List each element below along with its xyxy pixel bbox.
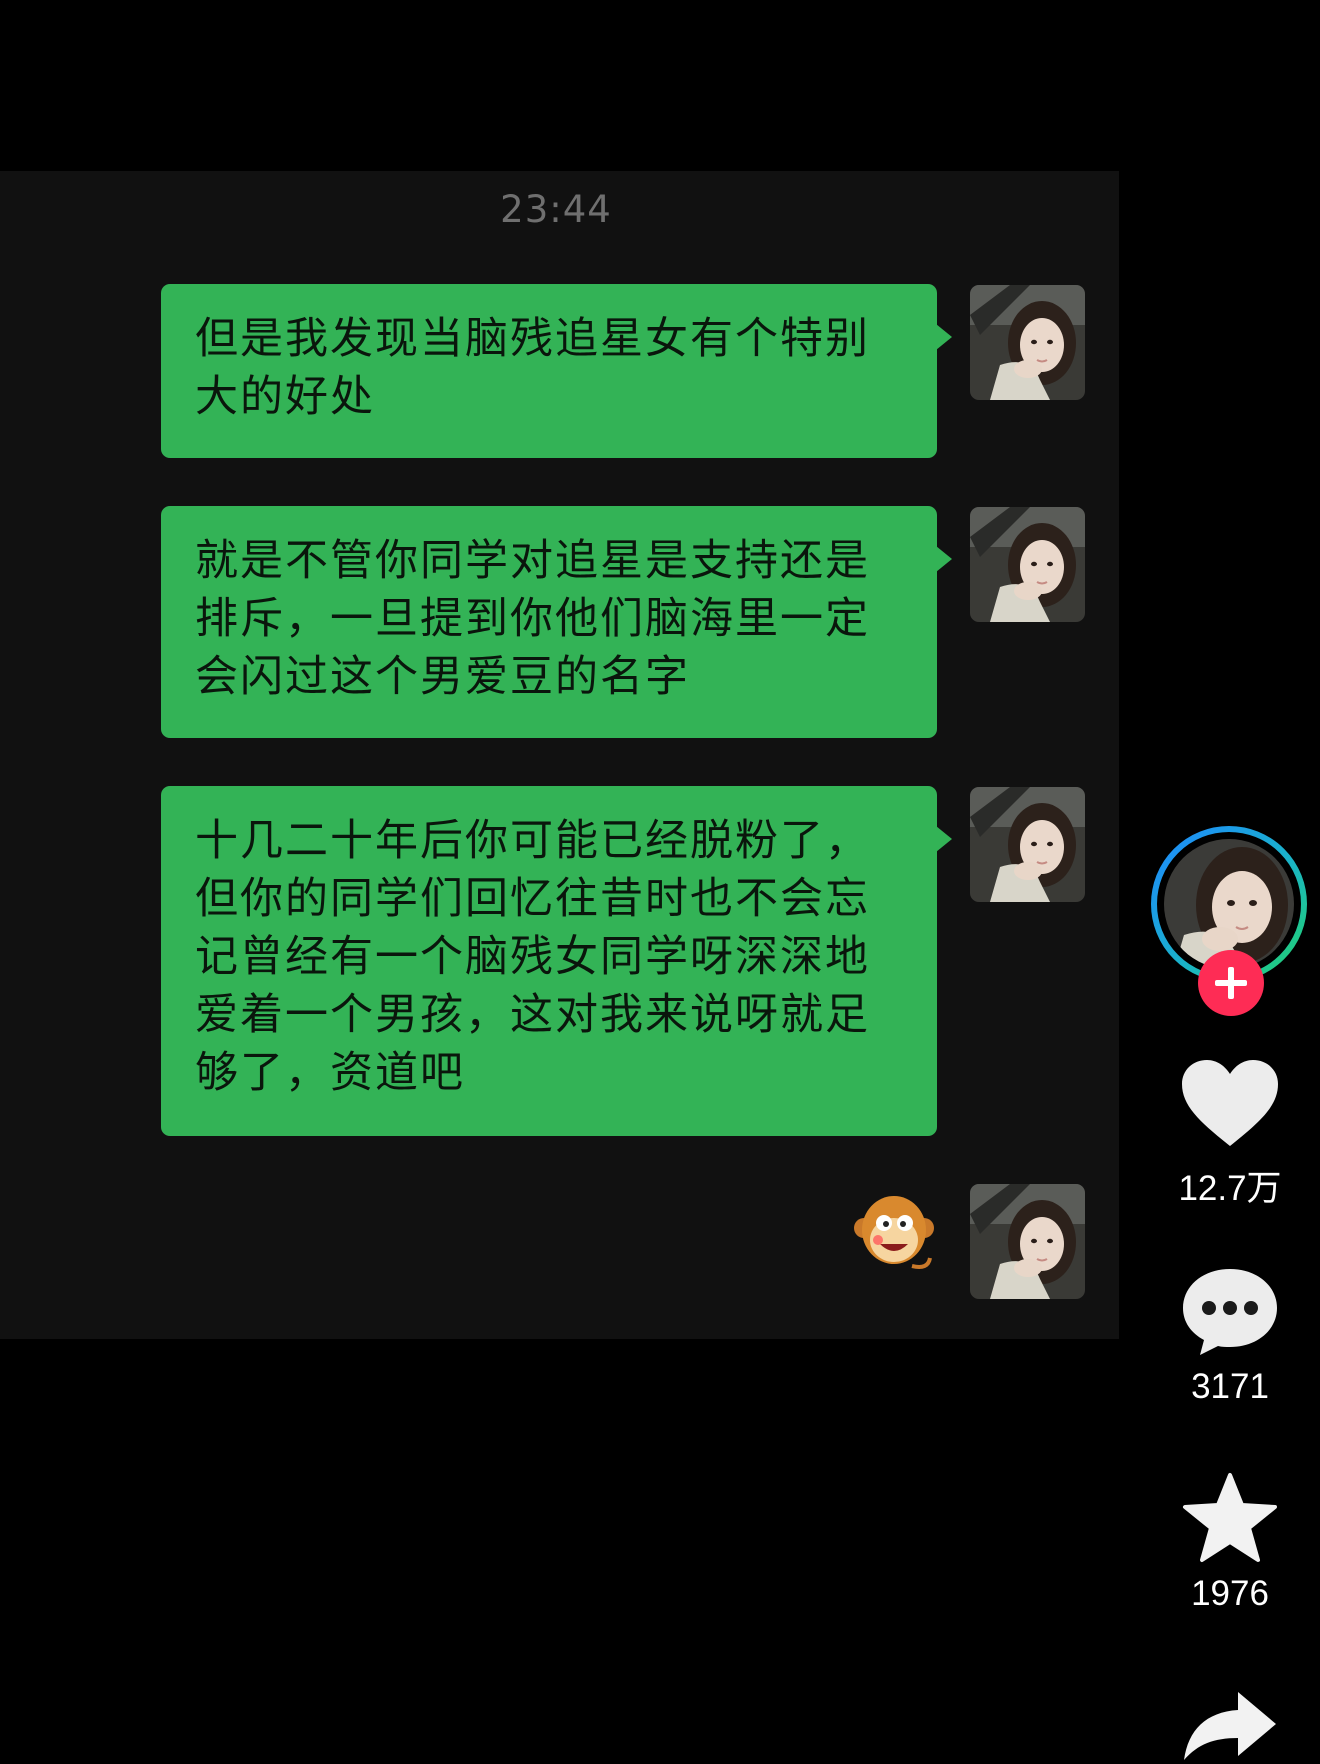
message-line: 会闪过这个男爱豆的名字 — [195, 652, 690, 702]
heart-icon — [1182, 1060, 1278, 1146]
message-line: 够了，资道吧 — [195, 1048, 465, 1098]
likes-count: 12.7万 — [1178, 1169, 1282, 1208]
sender-avatar[interactable] — [970, 1184, 1085, 1299]
comment-icon — [1183, 1269, 1277, 1355]
message-line: 但是我发现当脑残追星女有个特别 — [195, 314, 870, 364]
plus-icon — [1215, 967, 1247, 999]
star-icon — [1183, 1473, 1277, 1562]
sender-avatar[interactable] — [970, 285, 1085, 400]
message-line: 爱着一个男孩，这对我来说呀就足 — [195, 990, 870, 1040]
favorites-count: 1976 — [1191, 1574, 1269, 1613]
message-bubble-1: 但是我发现当脑残追星女有个特别 大的好处 — [161, 284, 952, 458]
chat-screenshot: 23:44 但是我发现当脑残追星女有个特别 大的好处 就是不管你同学对追星是支持… — [0, 171, 1119, 1339]
follow-button[interactable] — [1198, 950, 1264, 1016]
message-bubble-3: 十几二十年后你可能已经脱粉了， 但你的同学们回忆往昔时也不会忘 记曾经有一个脑残… — [161, 786, 952, 1136]
comments-count: 3171 — [1191, 1367, 1269, 1406]
message-line: 大的好处 — [195, 372, 375, 422]
share-icon — [1184, 1692, 1276, 1760]
share-button[interactable] — [1140, 1690, 1320, 1764]
message-line: 十几二十年后你可能已经脱粉了， — [195, 816, 870, 866]
message-line: 就是不管你同学对追星是支持还是 — [195, 536, 870, 586]
message-line: 但你的同学们回忆往昔时也不会忘 — [195, 874, 870, 924]
favorite-button[interactable]: 1976 — [1140, 1472, 1320, 1614]
sender-avatar[interactable] — [970, 787, 1085, 902]
sender-avatar[interactable] — [970, 507, 1085, 622]
like-button[interactable]: 12.7万 — [1140, 1058, 1320, 1211]
message-line: 排斥，一旦提到你他们脑海里一定 — [195, 594, 870, 644]
message-line: 记曾经有一个脑残女同学呀深深地 — [195, 932, 870, 982]
monkey-sticker-icon[interactable] — [850, 1188, 938, 1276]
action-sidebar: 12.7万 3171 1976 — [1140, 0, 1320, 1760]
chat-timestamp: 23:44 — [500, 188, 612, 231]
message-bubble-2: 就是不管你同学对追星是支持还是 排斥，一旦提到你他们脑海里一定 会闪过这个男爱豆… — [161, 506, 952, 738]
comment-button[interactable]: 3171 — [1140, 1265, 1320, 1407]
